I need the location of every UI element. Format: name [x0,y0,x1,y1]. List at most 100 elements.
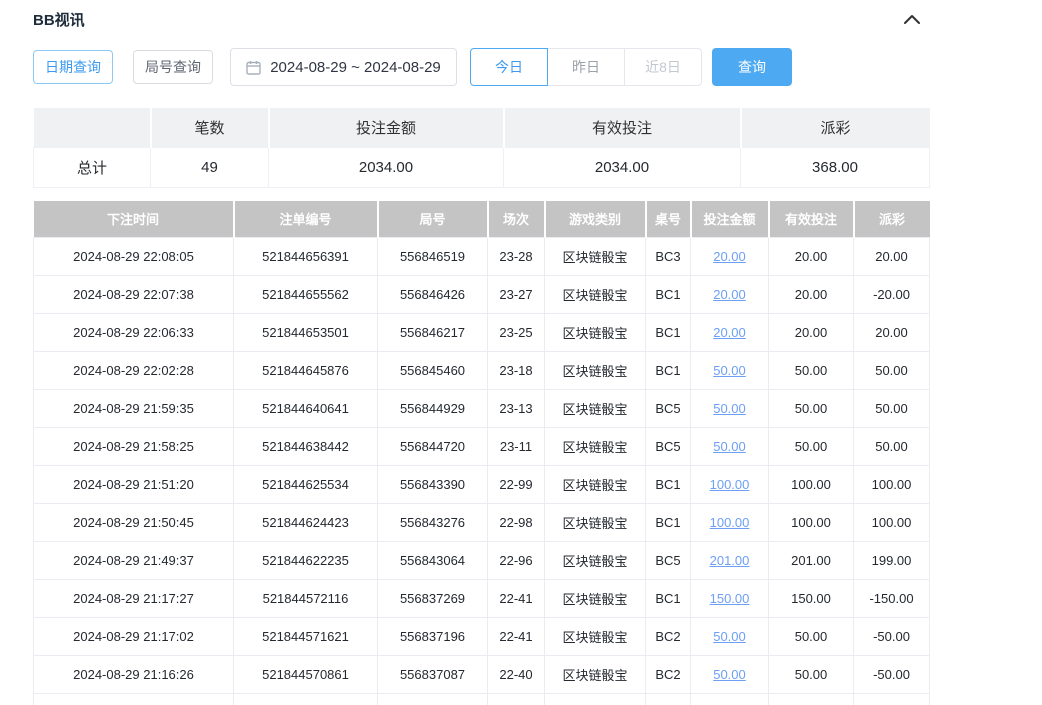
valid-bet-cell: 50.00 [769,618,854,656]
game-type-cell: 区块链骰宝 [545,542,646,580]
valid-bet-cell: 50.00 [769,352,854,390]
round-id-cell: 556846519 [378,238,488,276]
session-cell: 22-41 [488,580,545,618]
summary-payout-value: 368.00 [741,147,930,187]
round-query-tab[interactable]: 局号查询 [133,50,213,84]
panel-header: BB视讯 [33,8,929,30]
col-bet-time: 下注时间 [34,201,234,238]
bet-amount-link[interactable]: 100.00 [710,477,750,492]
bet-time-cell: 2024-08-29 21:17:02 [34,618,234,656]
session-cell: 23-28 [488,238,545,276]
bet-amount-link[interactable]: 20.00 [713,325,746,340]
summary-col-payout: 派彩 [741,108,930,147]
order-id-cell: 521844645876 [234,352,378,390]
game-type-cell: 区块链骰宝 [545,656,646,694]
summary-header-row: 笔数 投注金额 有效投注 派彩 [34,108,930,147]
session-cell: 23-25 [488,314,545,352]
summary-total-label: 总计 [34,147,151,187]
bet-amount-link[interactable]: 20.00 [713,287,746,302]
game-type-cell: 区块链骰宝 [545,276,646,314]
session-cell: 22-96 [488,542,545,580]
table-no-cell: BC2 [646,618,691,656]
table-row: 2024-08-29 21:16:26521844570861556837087… [34,656,930,694]
table-no-cell: BC1 [646,352,691,390]
session-cell: 22-41 [488,618,545,656]
table-row: 2024-08-29 21:17:27521844572116556837269… [34,580,930,618]
col-round-id: 局号 [378,201,488,238]
round-id-cell: 556843064 [378,542,488,580]
quick-today-button[interactable]: 今日 [470,48,548,86]
col-bet-amount: 投注金额 [691,201,769,238]
bet-records-table: 下注时间 注单编号 局号 场次 游戏类别 桌号 投注金额 有效投注 派彩 202… [33,201,930,705]
date-range-picker[interactable]: 2024-08-29 ~ 2024-08-29 [230,48,457,86]
round-id-cell: 556837196 [378,618,488,656]
table-row: 2024-08-29 21:58:25521844638442556844720… [34,428,930,466]
table-row: 2024-08-29 21:49:37521844622235556843064… [34,542,930,580]
col-payout: 派彩 [854,201,930,238]
payout-cell: 50.00 [854,428,930,466]
quick-date-group: 今日 昨日 近8日 [470,48,702,86]
payout-cell: 199.00 [854,542,930,580]
bet-amount-link[interactable]: 50.00 [713,667,746,682]
table-row-partial [34,694,930,705]
order-id-cell: 521844640641 [234,390,378,428]
order-id-cell: 521844655562 [234,276,378,314]
summary-bet-amount-value: 2034.00 [269,147,504,187]
session-cell: 22-99 [488,466,545,504]
bet-amount-link[interactable]: 100.00 [710,515,750,530]
bet-amount-link[interactable]: 20.00 [713,249,746,264]
order-id-cell: 521844656391 [234,238,378,276]
order-id-cell: 521844653501 [234,314,378,352]
table-row: 2024-08-29 21:50:45521844624423556843276… [34,504,930,542]
date-query-tab[interactable]: 日期查询 [33,50,113,84]
table-row: 2024-08-29 22:08:05521844656391556846519… [34,238,930,276]
bet-amount-link[interactable]: 150.00 [710,591,750,606]
search-button[interactable]: 查询 [712,48,792,86]
round-id-cell: 556846426 [378,276,488,314]
table-row: 2024-08-29 21:51:20521844625534556843390… [34,466,930,504]
order-id-cell: 521844571621 [234,618,378,656]
game-type-cell: 区块链骰宝 [545,352,646,390]
table-no-cell: BC2 [646,656,691,694]
col-session: 场次 [488,201,545,238]
bet-amount-link[interactable]: 50.00 [713,439,746,454]
summary-total-row: 总计 49 2034.00 2034.00 368.00 [34,147,930,187]
quick-yesterday-button[interactable]: 昨日 [547,48,625,86]
table-no-cell: BC1 [646,504,691,542]
order-id-cell: 521844625534 [234,466,378,504]
payout-cell: 100.00 [854,504,930,542]
table-row: 2024-08-29 22:07:38521844655562556846426… [34,276,930,314]
game-type-cell: 区块链骰宝 [545,466,646,504]
bet-time-cell: 2024-08-29 22:02:28 [34,352,234,390]
game-type-cell: 区块链骰宝 [545,390,646,428]
session-cell: 22-98 [488,504,545,542]
collapse-chevron-icon[interactable] [903,14,921,25]
table-row: 2024-08-29 22:06:33521844653501556846217… [34,314,930,352]
valid-bet-cell: 100.00 [769,504,854,542]
bet-amount-cell: 50.00 [691,618,769,656]
valid-bet-cell: 50.00 [769,390,854,428]
bet-amount-link[interactable]: 201.00 [710,553,750,568]
table-no-cell: BC1 [646,466,691,504]
bet-amount-link[interactable]: 50.00 [713,363,746,378]
order-id-cell: 521844638442 [234,428,378,466]
game-type-cell: 区块链骰宝 [545,314,646,352]
bet-amount-link[interactable]: 50.00 [713,401,746,416]
bet-amount-link[interactable]: 50.00 [713,629,746,644]
payout-cell: 100.00 [854,466,930,504]
payout-cell: 50.00 [854,390,930,428]
bet-amount-cell: 20.00 [691,276,769,314]
valid-bet-cell: 50.00 [769,656,854,694]
valid-bet-cell: 20.00 [769,238,854,276]
table-no-cell: BC5 [646,390,691,428]
table-no-cell: BC1 [646,276,691,314]
bet-amount-cell: 150.00 [691,580,769,618]
bet-time-cell: 2024-08-29 21:17:27 [34,580,234,618]
bet-time-cell: 2024-08-29 22:08:05 [34,238,234,276]
summary-valid-bet-value: 2034.00 [504,147,741,187]
round-id-cell: 556844929 [378,390,488,428]
round-id-cell: 556837087 [378,656,488,694]
quick-last8days-button[interactable]: 近8日 [624,48,702,86]
session-cell: 23-27 [488,276,545,314]
table-no-cell: BC1 [646,580,691,618]
